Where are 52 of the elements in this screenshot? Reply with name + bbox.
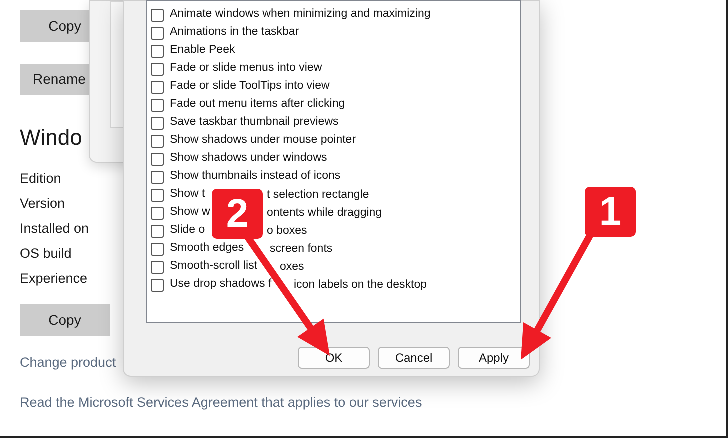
checkbox[interactable]	[151, 80, 164, 94]
spec-label: Version	[20, 195, 66, 213]
option-label: Show shadows under mouse pointer	[170, 133, 356, 148]
spec-label: OS build	[20, 245, 72, 263]
option-label: ontents while dragging	[267, 206, 382, 221]
option-label: Show thumbnails instead of icons	[170, 169, 341, 184]
option-label: Animate windows when minimizing and maximizing	[170, 7, 431, 22]
option-label: t selection rectangle	[267, 188, 370, 203]
checkbox[interactable]	[151, 26, 164, 40]
checkbox[interactable]	[151, 98, 164, 112]
option-label: Fade out menu items after clicking	[170, 97, 346, 112]
option-label: Smooth-scroll list	[170, 259, 258, 274]
checkbox[interactable]	[151, 260, 164, 274]
checkbox[interactable]	[151, 62, 164, 76]
option-label: Show t	[170, 187, 206, 202]
checkbox[interactable]	[151, 170, 164, 184]
cancel-button[interactable]: Cancel	[378, 347, 450, 369]
option-label: icon labels on the desktop	[294, 278, 427, 293]
option-label: Save taskbar thumbnail previews	[170, 115, 339, 130]
checkbox[interactable]	[151, 278, 164, 292]
ok-button[interactable]: OK	[298, 347, 370, 369]
spec-label: Experience	[20, 270, 88, 288]
option-label: Fade or slide ToolTips into view	[170, 79, 330, 94]
option-label: Smooth edges	[170, 241, 244, 256]
checkbox[interactable]	[151, 44, 164, 58]
option-label: Show shadows under windows	[170, 151, 328, 166]
option-label: Use drop shadows f	[170, 277, 272, 292]
checkbox[interactable]	[151, 224, 164, 238]
checkbox[interactable]	[151, 152, 164, 166]
step-badge: 2	[212, 189, 263, 239]
spec-label: Installed on	[20, 220, 90, 238]
change-product-link[interactable]: Change product	[20, 353, 116, 373]
option-label: screen fonts	[270, 242, 333, 257]
option-label: Fade or slide menus into view	[170, 61, 322, 76]
option-label: o boxes	[267, 224, 308, 239]
copy-button[interactable]: Copy	[20, 304, 110, 336]
section-title: Windo	[20, 124, 82, 152]
checkbox[interactable]	[151, 206, 164, 220]
option-label: Animations in the taskbar	[170, 25, 300, 40]
option-label: Enable Peek	[170, 43, 236, 58]
spec-label: Edition	[20, 170, 62, 188]
checkbox[interactable]	[151, 116, 164, 130]
step-badge: 1	[585, 187, 636, 237]
checkbox[interactable]	[151, 242, 164, 256]
checkbox[interactable]	[151, 8, 164, 22]
option-label: oxes	[280, 260, 304, 275]
option-label: Show w	[170, 205, 210, 220]
checkbox[interactable]	[151, 188, 164, 202]
checkbox[interactable]	[151, 134, 164, 148]
apply-button[interactable]: Apply	[458, 347, 530, 369]
agreement-link[interactable]: Read the Microsoft Services Agreement that applies to our services	[20, 393, 422, 413]
option-label: Slide o	[170, 223, 206, 238]
